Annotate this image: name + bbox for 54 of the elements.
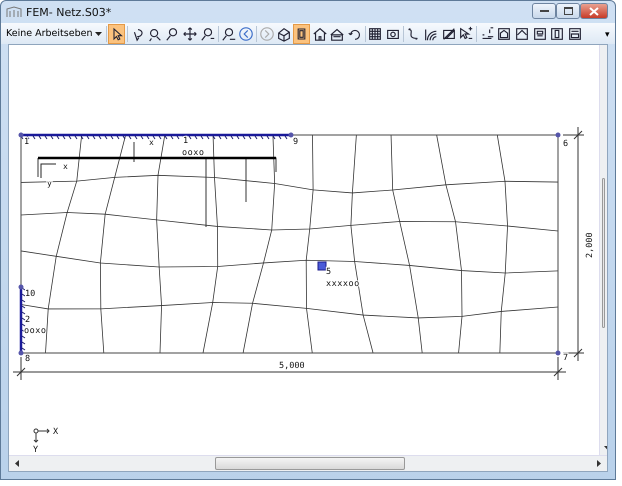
axis-label: x [63, 162, 68, 171]
node-label: 5 [326, 267, 332, 277]
close-icon [589, 6, 599, 16]
axis-label: Y [33, 445, 38, 455]
node-label: 9 [293, 137, 298, 147]
panel-icon [496, 26, 512, 42]
house-icon [312, 26, 328, 42]
scroll-left-icon[interactable] [15, 460, 19, 467]
panel-icon [549, 26, 566, 42]
frame-tool[interactable] [293, 24, 310, 44]
panel-icon [514, 26, 530, 42]
element-label: ooxo [24, 326, 46, 336]
node-label: 2 [25, 315, 30, 325]
scrollbar-thumb[interactable] [215, 457, 405, 470]
forward-icon [258, 26, 275, 42]
node-label: 8 [25, 354, 30, 364]
workplane-dropdown[interactable]: Keine Arbeitseben [3, 28, 106, 39]
zoom-icon [220, 26, 237, 42]
minimize-icon [540, 9, 548, 13]
caret-icon [95, 32, 102, 36]
move-icon [182, 26, 198, 42]
axis-label: x [149, 138, 154, 147]
maximize-button[interactable] [556, 3, 580, 19]
grid-icon [367, 26, 384, 42]
panel-icon [566, 26, 583, 42]
box-icon [276, 26, 292, 42]
node-label: 1 [24, 137, 30, 147]
panel-icon [532, 26, 548, 42]
minimize-button[interactable] [532, 3, 556, 19]
element-label: ooxo [182, 148, 204, 158]
zoom-icon [200, 26, 216, 42]
app-icon [6, 6, 22, 18]
selected-node[interactable] [318, 262, 326, 270]
scrollbar-thumb[interactable] [602, 178, 605, 328]
node-label: 1 [183, 136, 188, 146]
cursor-icon [458, 26, 474, 42]
window-title: FEM- Netz.S03* [26, 6, 112, 18]
vertical-scrollbar[interactable] [599, 45, 607, 455]
toolbar-overflow-button[interactable]: ▾ [602, 28, 613, 38]
hatch-icon [440, 26, 457, 42]
maximize-icon [564, 7, 572, 15]
back-icon [238, 26, 254, 42]
dimension-label: 5,000 [279, 361, 305, 371]
local-axis-icon [40, 164, 56, 178]
dimension-label: 2,000 [585, 232, 595, 258]
close-button[interactable] [580, 3, 608, 19]
coordinate-axes-icon [34, 428, 50, 443]
axis-label: X [53, 427, 58, 437]
node-label: 6 [563, 139, 568, 149]
node-label: 7 [563, 353, 568, 363]
cursor-tool[interactable] [108, 24, 126, 44]
scroll-right-icon[interactable] [597, 460, 601, 467]
horizontal-scrollbar[interactable] [9, 455, 607, 471]
node-label: 10 [25, 289, 36, 299]
